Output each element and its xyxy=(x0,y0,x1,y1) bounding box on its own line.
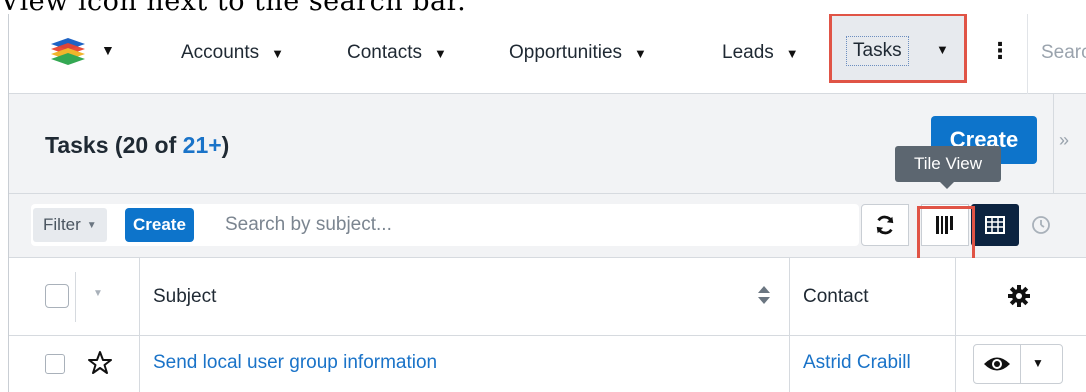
column-header-subject[interactable]: Subject xyxy=(153,286,216,308)
nav-item-leads[interactable]: Leads ▼ xyxy=(722,38,799,68)
column-divider xyxy=(139,258,140,335)
column-divider xyxy=(139,336,140,392)
row-checkbox[interactable] xyxy=(45,354,65,374)
filter-toolbar: Filter ▼ Create xyxy=(9,194,1086,258)
select-all-checkbox[interactable] xyxy=(45,284,69,308)
title-prefix: Tasks ( xyxy=(45,132,123,158)
row-actions: ▼ xyxy=(973,344,1063,384)
row-contact-link[interactable]: Astrid Crabill xyxy=(803,352,911,374)
nav-item-accounts[interactable]: Accounts ▼ xyxy=(181,38,284,68)
chevron-down-icon[interactable]: ▼ xyxy=(434,46,447,61)
title-suffix: ) xyxy=(221,132,230,158)
table-row[interactable]: Send local user group information Astrid… xyxy=(9,336,1086,392)
nav-item-contacts[interactable]: Contacts ▼ xyxy=(347,38,447,68)
record-count-total-link[interactable]: 21+ xyxy=(183,132,222,158)
search-input[interactable] xyxy=(225,208,825,242)
header-divider xyxy=(1053,94,1054,194)
mass-action-dropdown-icon[interactable]: ▼ xyxy=(93,288,103,299)
chevron-down-icon[interactable]: ▼ xyxy=(1032,356,1044,370)
nav-item-label: Leads xyxy=(722,42,774,63)
gear-icon[interactable] xyxy=(1007,284,1031,308)
app-window: ▼ Accounts ▼ Contacts ▼ Opportunities ▼ … xyxy=(8,14,1086,392)
top-navigation: ▼ Accounts ▼ Contacts ▼ Opportunities ▼ … xyxy=(9,14,1086,94)
filter-dropdown[interactable]: Filter ▼ xyxy=(33,208,107,242)
list-column-headers: ▼ Subject Contact xyxy=(9,258,1086,336)
more-menu-icon[interactable]: ⋮ xyxy=(989,36,1011,66)
mass-action-divider xyxy=(75,272,76,322)
page-title: Tasks (20 of 21+) xyxy=(45,132,229,159)
nav-item-opportunities[interactable]: Opportunities ▼ xyxy=(509,38,647,68)
column-header-contact[interactable]: Contact xyxy=(803,286,868,308)
chevron-down-icon[interactable]: ▼ xyxy=(936,42,949,57)
sort-icon[interactable] xyxy=(757,284,771,306)
nav-item-label: Tasks xyxy=(853,40,902,61)
tooltip-arrow xyxy=(940,182,954,189)
star-icon[interactable] xyxy=(87,350,113,376)
table-view-icon xyxy=(985,216,1005,234)
title-of: of xyxy=(148,132,183,158)
filter-label: Filter xyxy=(43,215,81,234)
nav-item-tasks-highlight: Tasks ▼ xyxy=(829,14,967,83)
column-divider xyxy=(789,336,790,392)
column-divider xyxy=(789,258,790,335)
filter-container: Filter ▼ Create xyxy=(31,204,859,246)
tile-view-button[interactable] xyxy=(921,204,969,246)
chevron-down-icon[interactable]: ▼ xyxy=(271,46,284,61)
eye-icon[interactable] xyxy=(982,353,1012,375)
nav-item-tasks[interactable]: Tasks xyxy=(846,36,909,66)
nav-item-label: Opportunities xyxy=(509,42,623,63)
nav-item-label: Contacts xyxy=(347,42,422,63)
logo-icon[interactable] xyxy=(51,38,85,68)
sidebar-toggle-icon[interactable]: » xyxy=(1059,130,1069,151)
activity-stream-button[interactable] xyxy=(1021,204,1061,246)
table-view-button[interactable] xyxy=(971,204,1019,246)
chevron-down-icon: ▼ xyxy=(86,219,97,231)
refresh-button[interactable] xyxy=(861,204,909,246)
nav-item-label: Accounts xyxy=(181,42,260,63)
record-count-shown: 20 xyxy=(122,132,149,158)
caption-text: View icon next to the search bar. xyxy=(0,0,467,17)
tile-view-icon xyxy=(936,216,953,234)
chevron-down-icon[interactable]: ▼ xyxy=(786,46,799,61)
nav-divider xyxy=(1027,14,1028,94)
tile-view-tooltip: Tile View xyxy=(895,146,1001,182)
column-divider xyxy=(955,258,956,335)
clock-icon xyxy=(1032,216,1050,234)
refresh-icon xyxy=(876,215,894,235)
create-filter-button[interactable]: Create xyxy=(125,208,194,242)
column-divider xyxy=(955,336,956,392)
logo-menu-caret-icon[interactable]: ▼ xyxy=(101,42,115,58)
chevron-down-icon[interactable]: ▼ xyxy=(634,46,647,61)
actions-divider xyxy=(1020,345,1021,383)
global-search-input[interactable]: Search xyxy=(1041,38,1086,68)
row-subject-link[interactable]: Send local user group information xyxy=(153,352,437,374)
